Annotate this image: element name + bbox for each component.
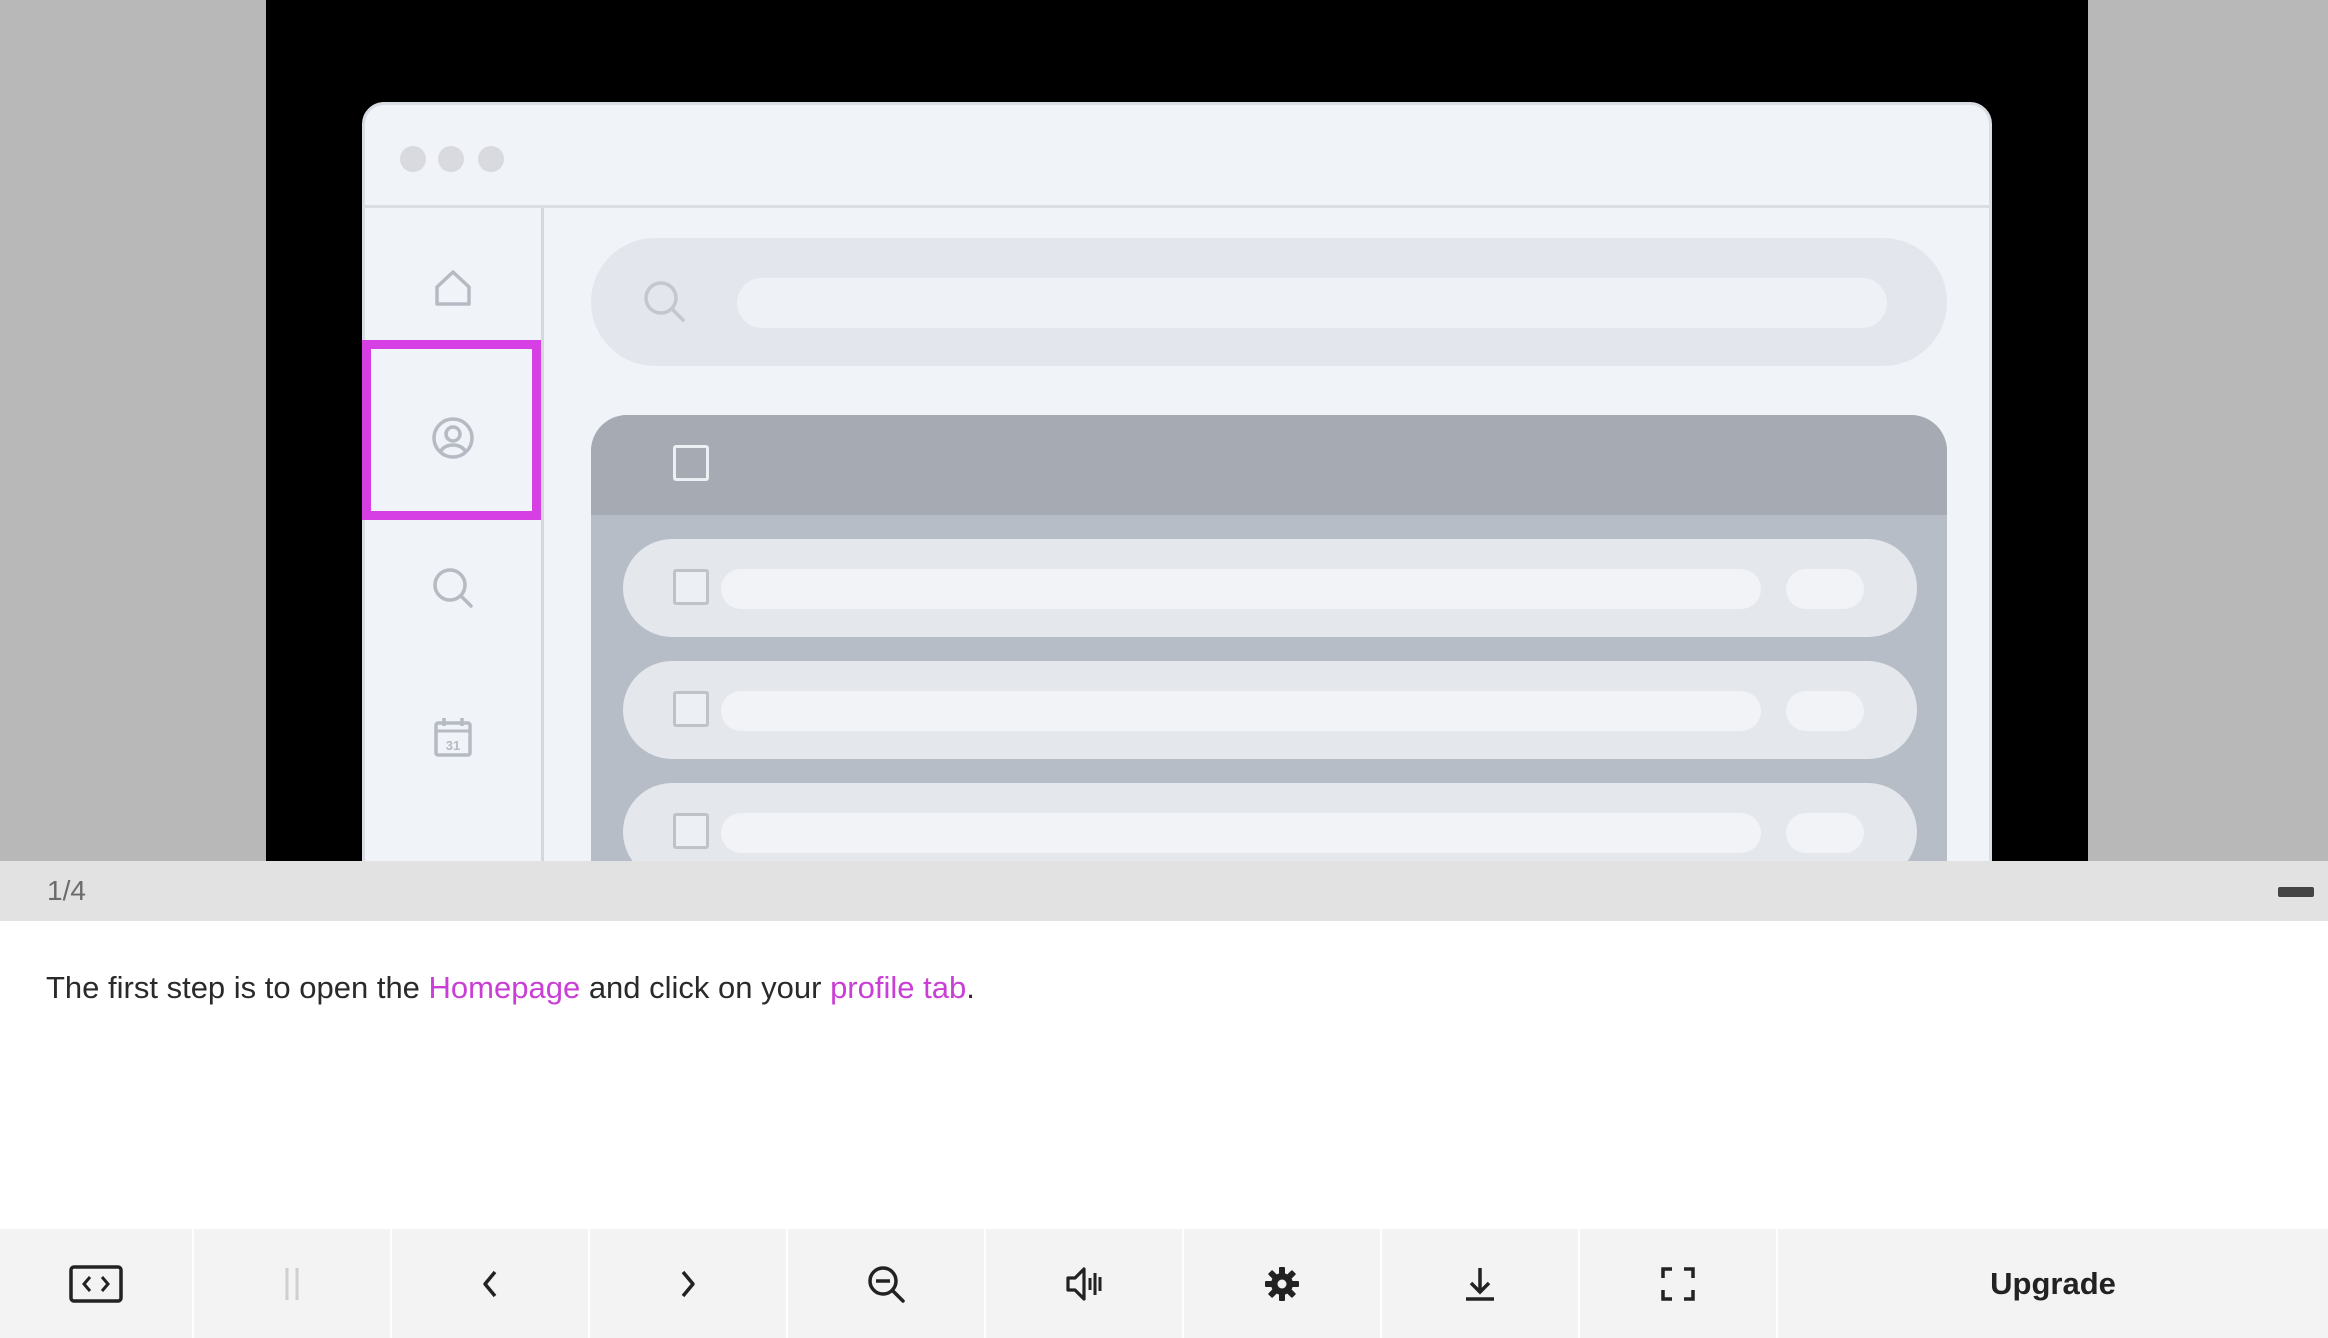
- checkbox-icon: [673, 569, 709, 605]
- step-header: 1/4: [0, 861, 2328, 921]
- volume-icon: [1066, 1266, 1102, 1301]
- list-item: [623, 661, 1917, 759]
- checkbox-icon: [673, 445, 709, 481]
- placeholder-line: [721, 813, 1761, 853]
- checkbox-icon: [673, 691, 709, 727]
- profile-tab-highlight: profile tab: [830, 970, 967, 1005]
- calendar-day-label: 31: [446, 738, 460, 753]
- mock-list-panel: [591, 415, 1947, 861]
- step-description: The first step is to open the Homepage a…: [46, 970, 975, 1006]
- gear-icon: [1265, 1266, 1299, 1301]
- mock-search-bar: [591, 238, 1947, 366]
- description-text: .: [966, 970, 975, 1005]
- chevron-left-icon: [483, 1270, 497, 1297]
- placeholder-line: [721, 569, 1761, 609]
- list-item: [623, 783, 1917, 861]
- pause-button[interactable]: [194, 1229, 392, 1338]
- embed-button[interactable]: [0, 1229, 194, 1338]
- window-dot: [438, 146, 464, 172]
- minimize-icon[interactable]: [2278, 887, 2314, 897]
- player-toolbar: Upgrade: [0, 1229, 2328, 1338]
- step-highlight-box[interactable]: [362, 340, 541, 520]
- embed-icon: [69, 1264, 123, 1303]
- next-step-button[interactable]: [590, 1229, 788, 1338]
- zoom-out-button[interactable]: [788, 1229, 986, 1338]
- fullscreen-button[interactable]: [1580, 1229, 1778, 1338]
- homepage-highlight: Homepage: [428, 970, 581, 1005]
- description-text: and click on your: [580, 970, 831, 1005]
- download-button[interactable]: [1382, 1229, 1580, 1338]
- search-icon: [423, 558, 483, 618]
- mock-list-header: [591, 415, 1947, 515]
- step-counter: 1/4: [47, 875, 86, 906]
- previous-step-button[interactable]: [392, 1229, 590, 1338]
- download-icon: [1466, 1267, 1494, 1301]
- mock-browser-window: 31: [362, 102, 1992, 861]
- search-icon: [644, 281, 685, 322]
- preview-stage: 31: [0, 0, 2328, 861]
- placeholder-line: [721, 691, 1761, 731]
- home-icon: [423, 258, 483, 318]
- pause-icon: [285, 1267, 299, 1300]
- zoom-out-icon: [868, 1265, 905, 1303]
- mock-search-field: [737, 278, 1887, 328]
- mock-sidebar: 31: [365, 208, 544, 861]
- audio-button[interactable]: [986, 1229, 1184, 1338]
- description-text: The first step is to open the: [46, 970, 429, 1005]
- chevron-right-icon: [681, 1270, 695, 1297]
- window-dot: [478, 146, 504, 172]
- upgrade-label: Upgrade: [1990, 1265, 2116, 1301]
- mock-titlebar: [365, 105, 1989, 208]
- settings-button[interactable]: [1184, 1229, 1382, 1338]
- checkbox-icon: [673, 813, 709, 849]
- placeholder-tag: [1786, 691, 1864, 731]
- calendar-icon: 31: [423, 708, 483, 768]
- window-dot: [400, 146, 426, 172]
- upgrade-button[interactable]: Upgrade: [1778, 1229, 2328, 1338]
- placeholder-tag: [1786, 813, 1864, 853]
- list-item: [623, 539, 1917, 637]
- placeholder-tag: [1786, 569, 1864, 609]
- fullscreen-icon: [1661, 1266, 1695, 1301]
